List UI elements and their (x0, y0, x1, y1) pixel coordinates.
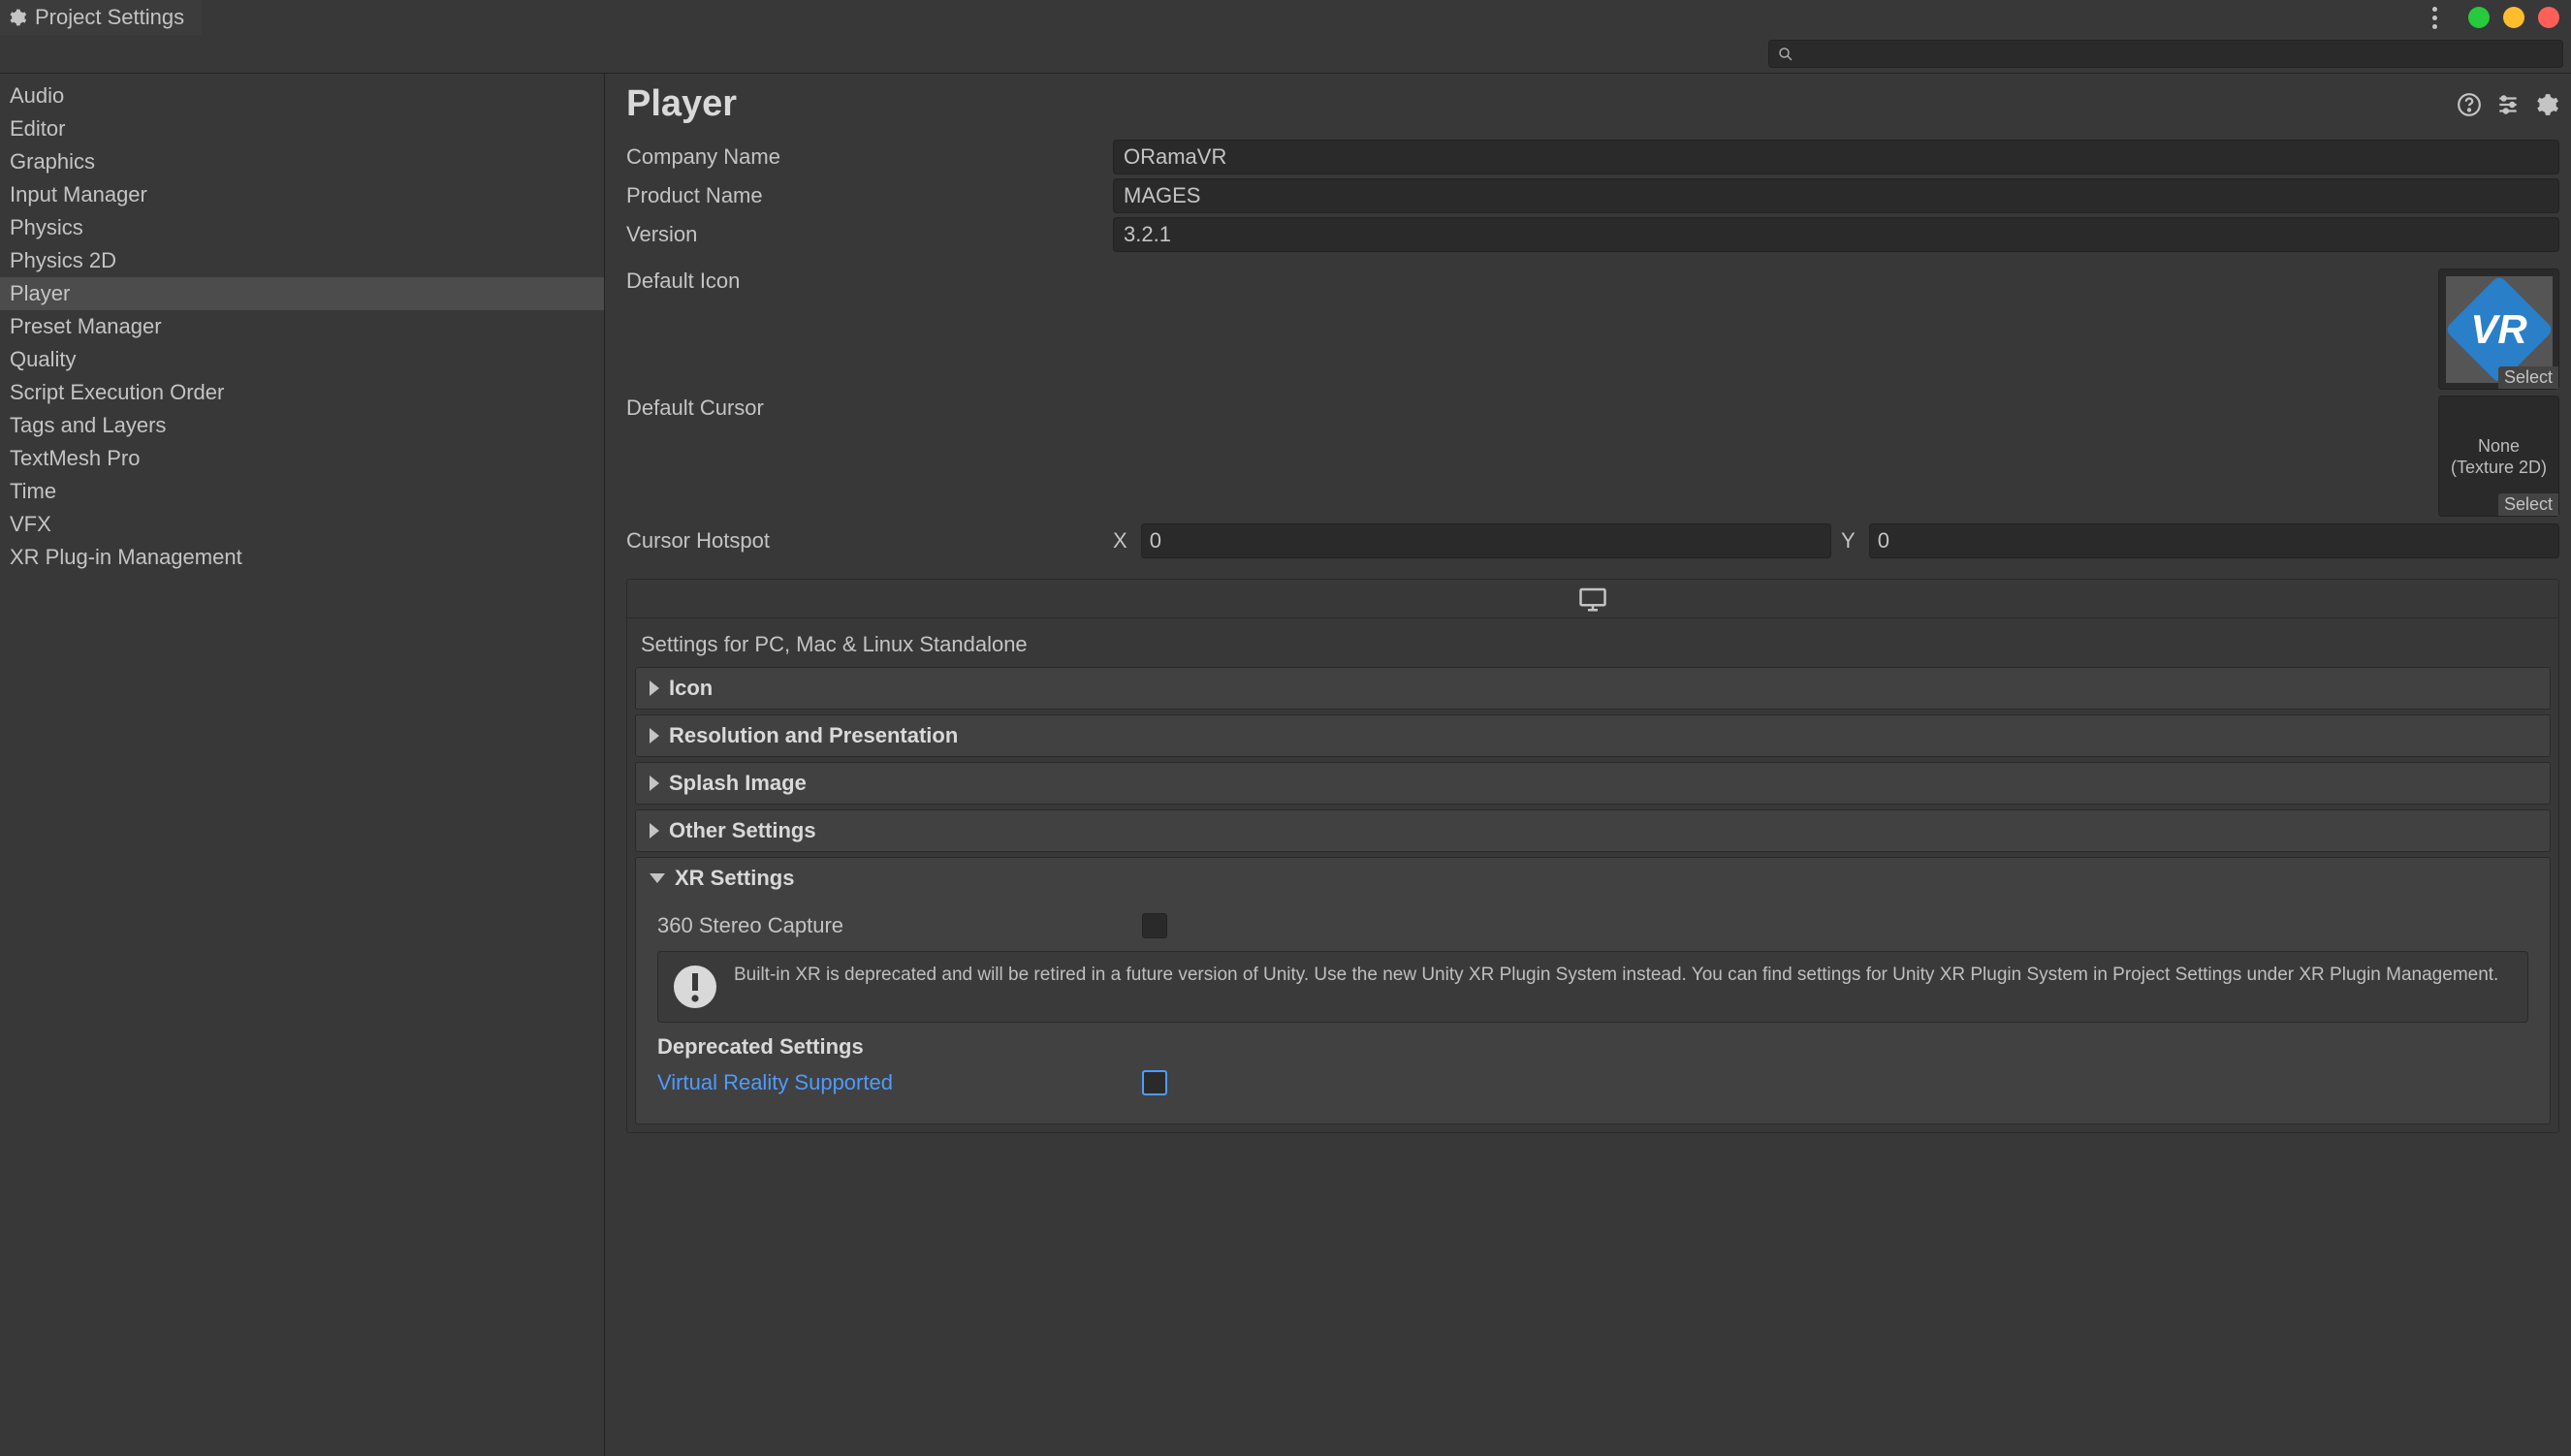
window-controls (2432, 7, 2559, 29)
company-name-input[interactable] (1113, 140, 2559, 174)
stereo-capture-checkbox[interactable] (1142, 913, 1167, 938)
foldout-resolution-header[interactable]: Resolution and Presentation (636, 715, 2550, 756)
product-name-input[interactable] (1113, 178, 2559, 213)
help-button[interactable] (2457, 92, 2482, 117)
content: Player Company Name Pro (605, 74, 2571, 1456)
gear-icon (2534, 92, 2559, 117)
sidebar-item-vfx[interactable]: VFX (0, 508, 604, 541)
chevron-down-icon (650, 873, 665, 883)
sidebar-item-physics-2d[interactable]: Physics 2D (0, 244, 604, 277)
search-icon (1777, 46, 1794, 63)
default-icon-label: Default Icon (626, 269, 1113, 294)
platform-subtitle: Settings for PC, Mac & Linux Standalone (627, 618, 2558, 667)
sidebar-item-player[interactable]: Player (0, 277, 604, 310)
sidebar-item-xr-plugin-management[interactable]: XR Plug-in Management (0, 541, 604, 574)
preset-button[interactable] (2495, 92, 2521, 117)
deprecated-settings-title: Deprecated Settings (657, 1034, 2528, 1060)
select-cursor-button[interactable]: Select (2498, 493, 2558, 516)
foldout-splash-header[interactable]: Splash Image (636, 763, 2550, 804)
sidebar-item-tags-layers[interactable]: Tags and Layers (0, 409, 604, 442)
search-row (0, 35, 2571, 74)
window-tab[interactable]: Project Settings (0, 0, 202, 35)
vr-supported-checkbox[interactable] (1142, 1070, 1167, 1095)
chevron-right-icon (650, 823, 659, 839)
hotspot-y-input[interactable] (1869, 523, 2559, 558)
sidebar-item-textmesh-pro[interactable]: TextMesh Pro (0, 442, 604, 475)
platform-box: Settings for PC, Mac & Linux Standalone … (626, 579, 2559, 1133)
window-close[interactable] (2538, 7, 2559, 28)
hotspot-y-label: Y (1841, 528, 1856, 554)
hotspot-x-label: X (1113, 528, 1127, 554)
window-maximize[interactable] (2468, 7, 2490, 28)
window-title: Project Settings (35, 5, 184, 30)
version-label: Version (626, 222, 1113, 247)
warning-icon (672, 964, 718, 1010)
page-title: Player (626, 83, 737, 125)
sidebar-item-time[interactable]: Time (0, 475, 604, 508)
sidebar-item-script-execution-order[interactable]: Script Execution Order (0, 376, 604, 409)
foldout-xr: XR Settings 360 Stereo Capture Built-in … (635, 857, 2551, 1124)
sidebar-item-preset-manager[interactable]: Preset Manager (0, 310, 604, 343)
foldout-other: Other Settings (635, 809, 2551, 852)
foldout-other-header[interactable]: Other Settings (636, 810, 2550, 851)
stereo-capture-label: 360 Stereo Capture (657, 913, 1142, 938)
default-cursor-label: Default Cursor (626, 396, 1113, 421)
version-input[interactable] (1113, 217, 2559, 252)
hotspot-x-input[interactable] (1141, 523, 1831, 558)
default-cursor-picker[interactable]: None (Texture 2D) Select (2438, 396, 2559, 517)
foldout-icon-header[interactable]: Icon (636, 668, 2550, 709)
platform-tabs (627, 580, 2558, 618)
select-icon-button[interactable]: Select (2498, 366, 2558, 389)
sidebar-item-physics[interactable]: Physics (0, 211, 604, 244)
chevron-right-icon (650, 728, 659, 744)
foldout-icon: Icon (635, 667, 2551, 710)
foldout-xr-header[interactable]: XR Settings (636, 858, 2550, 899)
sidebar-item-quality[interactable]: Quality (0, 343, 604, 376)
chevron-right-icon (650, 681, 659, 696)
xr-deprecated-warning: Built-in XR is deprecated and will be re… (657, 951, 2528, 1023)
cursor-hotspot-label: Cursor Hotspot (626, 528, 1113, 554)
kebab-icon[interactable] (2432, 7, 2437, 29)
gear-icon (8, 8, 27, 27)
sidebar: Audio Editor Graphics Input Manager Phys… (0, 74, 605, 1456)
window-minimize[interactable] (2503, 7, 2524, 28)
help-icon (2457, 92, 2482, 117)
product-name-label: Product Name (626, 183, 1113, 208)
sidebar-item-graphics[interactable]: Graphics (0, 145, 604, 178)
vr-supported-label[interactable]: Virtual Reality Supported (657, 1070, 1142, 1095)
monitor-icon[interactable] (1578, 586, 1607, 612)
titlebar: Project Settings (0, 0, 2571, 35)
foldout-splash: Splash Image (635, 762, 2551, 805)
sliders-icon (2495, 92, 2521, 117)
cursor-none-text: None (Texture 2D) (2451, 435, 2547, 478)
sidebar-item-input-manager[interactable]: Input Manager (0, 178, 604, 211)
default-icon-picker[interactable]: VR Select (2438, 269, 2559, 390)
chevron-right-icon (650, 775, 659, 791)
sidebar-item-editor[interactable]: Editor (0, 112, 604, 145)
sidebar-item-audio[interactable]: Audio (0, 79, 604, 112)
company-name-label: Company Name (626, 144, 1113, 170)
foldout-resolution: Resolution and Presentation (635, 714, 2551, 757)
search-input[interactable] (1768, 40, 2563, 68)
settings-button[interactable] (2534, 92, 2559, 117)
